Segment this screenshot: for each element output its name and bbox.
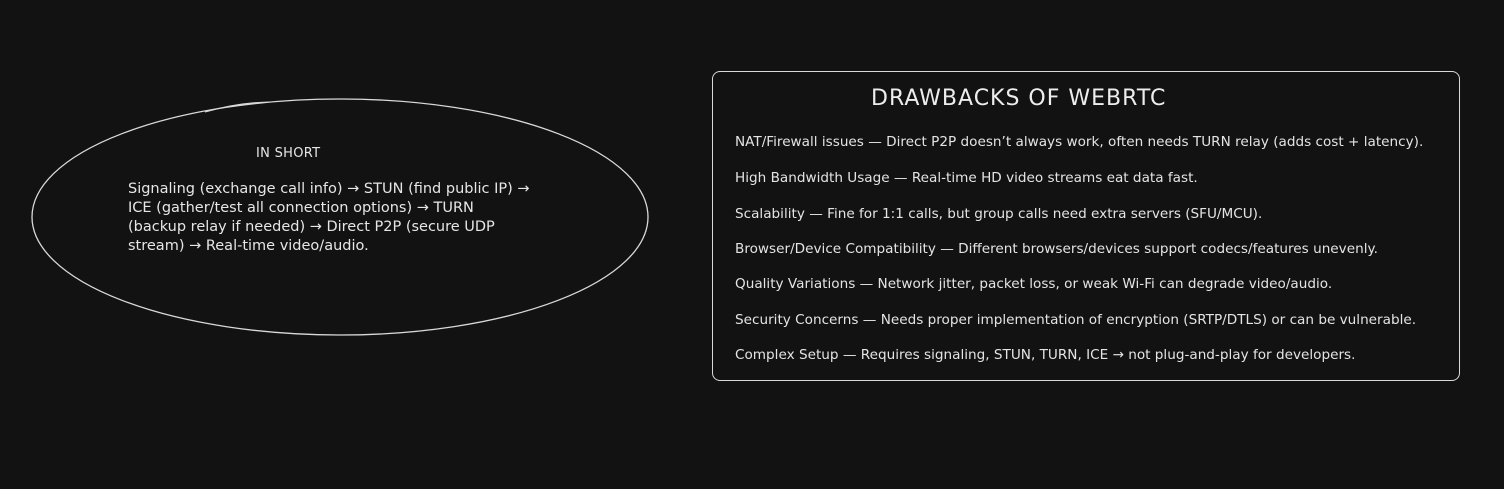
summary-line: Signaling (exchange call info) → STUN (f…	[128, 181, 530, 197]
drawbacks-panel: DRAWBACKS OF WEBRTC NAT/Firewall issues …	[712, 71, 1460, 381]
drawback-item-compatibility: Browser/Device Compatibility — Different…	[735, 241, 1378, 257]
drawback-item-security: Security Concerns — Needs proper impleme…	[735, 312, 1417, 328]
summary-text: Signaling (exchange call info) → STUN (f…	[128, 180, 588, 256]
drawback-item-nat-firewall: NAT/Firewall issues — Direct P2P doesn’t…	[735, 134, 1424, 150]
summary-line: (backup relay if needed) → Direct P2P (s…	[128, 219, 495, 235]
drawback-item-bandwidth: High Bandwidth Usage — Real-time HD vide…	[735, 170, 1198, 186]
summary-title: IN SHORT	[256, 146, 321, 161]
drawbacks-title: DRAWBACKS OF WEBRTC	[871, 86, 1167, 111]
drawback-item-quality: Quality Variations — Network jitter, pac…	[735, 276, 1333, 292]
drawback-item-setup: Complex Setup — Requires signaling, STUN…	[735, 347, 1356, 363]
drawback-item-scalability: Scalability — Fine for 1:1 calls, but gr…	[735, 206, 1263, 222]
summary-line: stream) → Real-time video/audio.	[128, 238, 369, 254]
summary-line: ICE (gather/test all connection options)…	[128, 200, 474, 216]
